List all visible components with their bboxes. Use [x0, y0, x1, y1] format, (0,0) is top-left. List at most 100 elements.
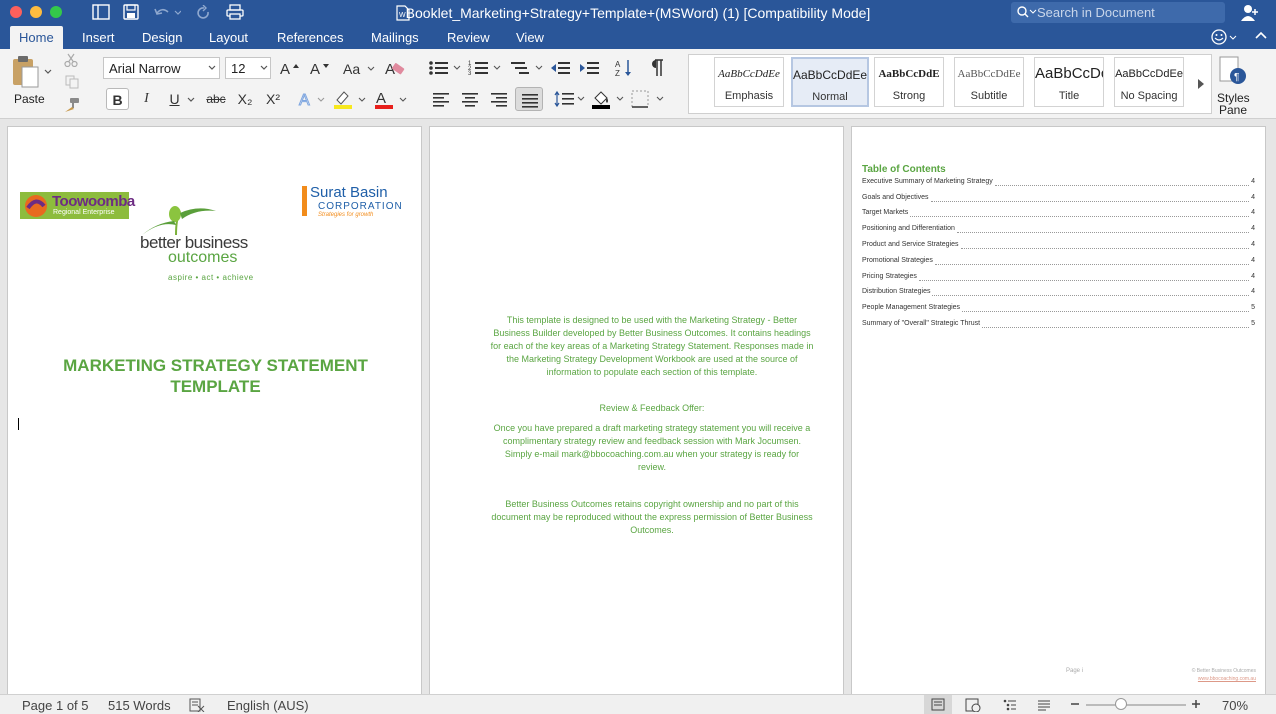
toc-entry[interactable]: Summary of "Overall" Strategic Thrust 5 — [862, 320, 1255, 330]
print-layout-icon — [931, 698, 945, 711]
style-title-tile[interactable]: AaBbCcDc Title — [1034, 57, 1104, 107]
toc-entry[interactable]: Executive Summary of Marketing Strategy 4 — [862, 178, 1255, 188]
subscript-button[interactable]: X₂ — [233, 88, 257, 110]
toc-entry[interactable]: Positioning and Differentiation 4 — [862, 225, 1255, 235]
document-page-2[interactable]: This template is designed to be used wit… — [429, 126, 844, 694]
change-case-icon[interactable]: Aa — [342, 59, 376, 77]
status-bar: Page 1 of 5 515 Words English (AUS) 70% — [0, 694, 1276, 714]
text-effects-icon[interactable]: A — [298, 89, 328, 109]
style-strong-tile[interactable]: AaBbCcDdE Strong — [874, 57, 944, 107]
styles-gallery-more-icon[interactable] — [1197, 78, 1205, 90]
style-title-label: Title — [1058, 90, 1080, 102]
tab-home[interactable]: Home — [10, 26, 63, 49]
search-input[interactable]: Search in Document — [1011, 2, 1225, 23]
show-formatting-marks-icon[interactable] — [647, 58, 665, 78]
bold-button[interactable]: B — [106, 88, 129, 110]
paste-options-chevron-icon[interactable] — [44, 69, 52, 75]
font-size-value: 12 — [231, 61, 246, 76]
toc-entry[interactable]: Goals and Objectives 4 — [862, 194, 1255, 204]
draft-view-icon[interactable] — [1037, 698, 1051, 712]
style-no-spacing-tile[interactable]: AaBbCcDdEe No Spacing — [1114, 57, 1184, 107]
increase-font-size-icon[interactable]: A — [279, 59, 303, 77]
svg-text:A: A — [376, 90, 386, 107]
outline-view-icon[interactable] — [1003, 698, 1017, 712]
increase-indent-icon[interactable] — [579, 59, 601, 77]
underline-button[interactable]: U — [163, 88, 186, 110]
smiley-feedback-icon[interactable] — [1210, 28, 1238, 46]
proofing-icon[interactable] — [189, 698, 205, 712]
highlight-color-icon[interactable] — [333, 89, 367, 109]
font-name-chevron-icon[interactable] — [208, 65, 216, 71]
document-title: MARKETING STRATEGY STATEMENT TEMPLATE — [8, 355, 423, 397]
style-subtitle-tile[interactable]: AaBbCcDdEe Subtitle — [954, 57, 1024, 107]
shading-icon[interactable] — [591, 88, 627, 110]
zoom-out-icon[interactable] — [1070, 699, 1080, 709]
toc-entry[interactable]: Promotional Strategies 4 — [862, 257, 1255, 267]
tab-design[interactable]: Design — [142, 30, 182, 45]
web-layout-view-icon[interactable] — [965, 698, 981, 712]
word-count-status[interactable]: 515 Words — [108, 698, 171, 713]
tab-view[interactable]: View — [516, 30, 544, 45]
paste-label[interactable]: Paste — [14, 92, 45, 106]
toc-entry[interactable]: Pricing Strategies 4 — [862, 273, 1255, 283]
tab-layout[interactable]: Layout — [209, 30, 248, 45]
document-page-1[interactable]: Toowoomba Regional Enterprise Surat Basi… — [7, 126, 422, 694]
styles-pane-button[interactable]: Styles Pane — [1217, 92, 1250, 116]
share-person-icon[interactable] — [1240, 4, 1260, 22]
paste-clipboard-icon[interactable] — [10, 54, 40, 88]
numbering-icon[interactable]: 123 — [468, 59, 504, 77]
bullets-icon[interactable] — [428, 59, 464, 77]
align-right-icon[interactable] — [490, 91, 508, 107]
format-painter-icon[interactable] — [64, 97, 80, 113]
language-status[interactable]: English (AUS) — [227, 698, 309, 713]
align-left-icon[interactable] — [432, 91, 450, 107]
collapse-ribbon-icon[interactable] — [1254, 30, 1268, 40]
underline-chevron-icon[interactable] — [187, 97, 195, 103]
toc-entry[interactable]: Target Markets 4 — [862, 209, 1255, 219]
zoom-level[interactable]: 70% — [1222, 698, 1248, 713]
font-size-chevron-icon[interactable] — [260, 65, 268, 71]
superscript-button[interactable]: X² — [261, 88, 285, 110]
toc-entry[interactable]: Product and Service Strategies 4 — [862, 241, 1255, 251]
toowoomba-logo-title: Toowoomba — [52, 193, 135, 210]
svg-text:A: A — [310, 61, 320, 77]
multilevel-list-icon[interactable] — [510, 59, 546, 77]
zoom-slider-thumb[interactable] — [1115, 698, 1127, 710]
font-name-combo[interactable]: Arial Narrow — [103, 57, 220, 79]
tab-references[interactable]: References — [277, 30, 343, 45]
tab-review[interactable]: Review — [447, 30, 490, 45]
cut-icon[interactable] — [64, 53, 78, 67]
decrease-font-size-icon[interactable]: A — [309, 59, 333, 77]
toc-entry[interactable]: People Management Strategies 5 — [862, 304, 1255, 314]
sort-icon[interactable]: AZ — [614, 58, 634, 78]
justify-button[interactable] — [515, 87, 543, 111]
document-canvas[interactable]: Toowoomba Regional Enterprise Surat Basi… — [0, 119, 1276, 694]
better-business-logo-tagline: aspire • act • achieve — [168, 273, 254, 282]
zoom-slider-track[interactable] — [1086, 704, 1186, 706]
shading-swatch — [592, 105, 610, 109]
clear-formatting-icon[interactable]: A — [384, 59, 406, 77]
zoom-in-icon[interactable] — [1191, 699, 1201, 709]
print-layout-view-button[interactable] — [924, 695, 952, 714]
strikethrough-button[interactable]: abc — [202, 88, 230, 110]
line-spacing-icon[interactable] — [554, 90, 586, 108]
toc-entry[interactable]: Distribution Strategies 4 — [862, 288, 1255, 298]
svg-text:A: A — [615, 60, 621, 69]
tab-insert[interactable]: Insert — [82, 30, 115, 45]
search-icon — [1017, 6, 1037, 18]
style-emphasis-preview: AaBbCcDdEe — [718, 68, 780, 80]
font-color-icon[interactable]: A — [374, 89, 410, 109]
align-center-icon[interactable] — [461, 91, 479, 107]
surat-basin-logo-tagline: Strategies for growth — [318, 212, 374, 218]
style-normal-tile[interactable]: AaBbCcDdEe Normal — [791, 57, 869, 107]
tab-mailings[interactable]: Mailings — [371, 30, 419, 45]
page-count-status[interactable]: Page 1 of 5 — [22, 698, 89, 713]
decrease-indent-icon[interactable] — [550, 59, 572, 77]
document-page-3[interactable]: Table of Contents Executive Summary of M… — [851, 126, 1266, 694]
style-emphasis-tile[interactable]: AaBbCcDdEe Emphasis — [714, 57, 784, 107]
styles-pane-icon[interactable]: ¶ — [1219, 56, 1247, 86]
borders-icon[interactable] — [631, 90, 667, 108]
italic-button[interactable]: I — [135, 88, 158, 110]
style-normal-label: Normal — [812, 91, 848, 103]
copy-icon[interactable] — [65, 75, 79, 89]
